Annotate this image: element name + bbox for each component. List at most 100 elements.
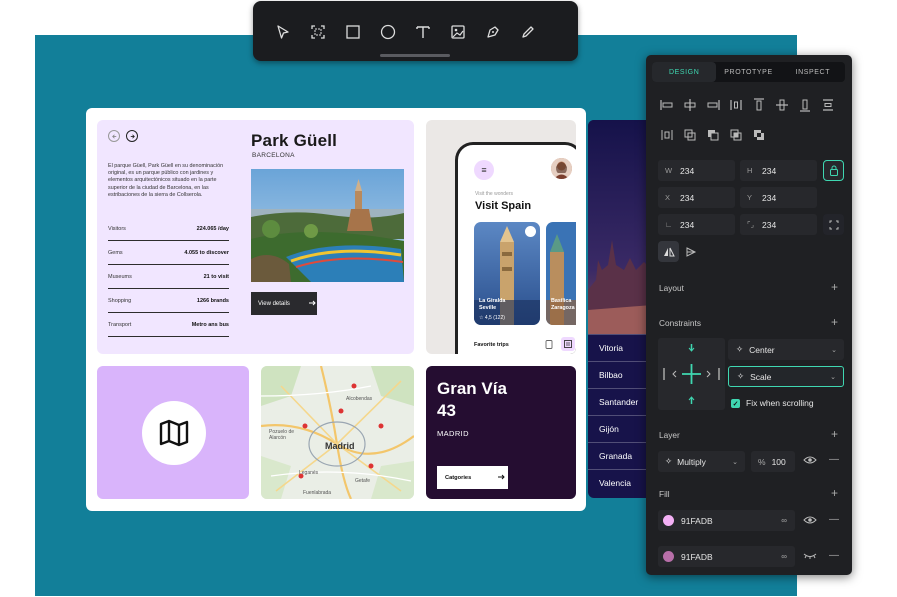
badge-icon [525,226,536,237]
madrid-map[interactable]: Alcobendas Pozuelo de Alarcón Madrid Get… [261,366,414,499]
align-right-icon[interactable] [704,96,722,114]
gran-via-city: MADRID [437,429,469,438]
blend-mode-select[interactable]: ✧ Multiply ⌄ [658,451,745,472]
city-item[interactable]: Bilbao [588,361,652,388]
tab-design[interactable]: DESIGN [652,62,717,82]
park-description: El parque Güell, Park Güell en su denomi… [108,163,224,198]
trip-card[interactable]: La Giralda Seville ☆ 4,5 (122) [474,222,540,325]
arrow-left-icon[interactable] [108,130,120,142]
eye-icon[interactable] [803,515,817,528]
phone-mockup: ≡ Visit the wonders Visit Spain La Giral… [455,142,576,354]
flip-vertical-icon[interactable] [680,241,701,262]
align-v-center-icon[interactable] [773,96,791,114]
pointer-icon[interactable] [271,16,295,48]
map-icon[interactable] [142,401,206,465]
eye-icon[interactable] [803,455,817,468]
tab-inspect[interactable]: INSPECT [781,62,845,82]
distribute-h-icon[interactable] [727,96,745,114]
fix-scrolling-checkbox[interactable]: ✓ [731,399,740,408]
add-fill-icon[interactable]: + [831,486,838,500]
link-icon[interactable]: ∞ [781,516,787,525]
tidy-up-icon[interactable] [658,126,676,144]
pen-icon[interactable] [481,16,505,48]
menu-icon[interactable]: ≡ [474,160,494,180]
map-label: Leganés [299,470,319,476]
eye-closed-icon[interactable] [803,550,817,563]
y-field[interactable]: Y 234 [740,187,817,208]
color-swatch[interactable] [663,551,674,562]
corner-radius-field[interactable]: ⌜⌟ 234 [740,214,817,235]
ellipse-icon[interactable] [376,16,400,48]
opacity-field[interactable]: % 100 [751,451,795,472]
rotation-field[interactable]: ∟ 234 [658,214,735,235]
tablet-icon[interactable] [542,337,556,351]
tab-prototype[interactable]: PROTOTYPE [716,62,780,82]
vertical-constraint-select[interactable]: ✧ Scale ⌄ [728,366,844,387]
subtract-icon[interactable] [704,126,722,144]
rectangle-icon[interactable] [341,16,365,48]
avatar[interactable] [551,158,572,179]
add-constraint-icon[interactable]: + [831,315,838,329]
height-field[interactable]: H 234 [740,160,817,181]
chevron-down-icon: ⌄ [732,458,738,466]
lock-ratio-icon[interactable] [823,160,844,181]
frame-icon[interactable] [306,16,330,48]
link-icon[interactable]: ∞ [781,552,787,561]
fill-row[interactable]: 91FADB ∞ [658,510,795,531]
text-icon[interactable] [411,16,435,48]
exclude-icon[interactable] [750,126,768,144]
drag-handle[interactable] [380,54,450,57]
pencil-icon[interactable] [516,16,540,48]
trip-rating: ☆ 4,5 (122) [479,315,505,321]
add-layout-icon[interactable]: + [831,280,838,294]
arrow-right-icon[interactable] [126,130,138,142]
constraint-widget[interactable] [658,338,725,410]
park-photo [251,169,404,282]
list-icon[interactable] [561,337,575,351]
trip-card[interactable]: Basilica Zaragoza [546,222,576,325]
map-tile-card [97,366,249,499]
flip-horizontal-icon[interactable] [658,241,679,262]
layer-section-title: Layer [659,430,680,440]
remove-fill-icon[interactable]: — [829,550,839,561]
align-left-icon[interactable] [658,96,676,114]
list-item: Gems 4.055 to discover [108,241,229,265]
trip-title: La Giralda Seville [479,298,506,311]
width-field[interactable]: W 234 [658,160,735,181]
add-layer-icon[interactable]: + [831,427,838,441]
fill-row[interactable]: 91FADB ∞ [658,546,795,567]
chevron-down-icon: ⌄ [830,373,836,381]
panel-tabs: DESIGN PROTOTYPE INSPECT [652,62,845,82]
categories-button[interactable]: Catgories [437,466,508,489]
favorite-trips-label: Favorite trips [474,342,509,348]
city-item[interactable]: Valencia [588,469,652,496]
city-item[interactable]: Granada [588,442,652,469]
gran-via-card: Gran Vía 43 MADRID Catgories [426,366,576,499]
arrow-right-icon [497,473,505,483]
align-bottom-icon[interactable] [796,96,814,114]
fill-section-title: Fill [659,489,670,499]
image-icon[interactable] [446,16,470,48]
remove-fill-icon[interactable]: — [829,514,839,525]
color-swatch[interactable] [663,515,674,526]
intersect-icon[interactable] [727,126,745,144]
distribute-v-icon[interactable] [819,96,837,114]
map-label: Pozuelo de Alarcón [269,429,295,441]
remove-layer-icon[interactable]: — [829,454,839,465]
horizontal-constraint-select[interactable]: ✧ Center ⌄ [728,339,844,360]
gran-via-title: Gran Vía 43 [437,379,507,420]
align-h-center-icon[interactable] [681,96,699,114]
layout-section-title: Layout [659,283,684,293]
artboard: El parque Güell, Park Güell en su denomi… [86,108,652,511]
x-field[interactable]: X 234 [658,187,735,208]
city-item[interactable]: Vitoria [588,334,652,361]
list-item: Museums 21 to visit [108,265,229,289]
view-details-button[interactable]: View details [251,292,317,315]
city-item[interactable]: Gijón [588,415,652,442]
list-item: Transport Metro ans bus [108,313,229,337]
union-icon[interactable] [681,126,699,144]
independent-corners-icon[interactable] [823,214,844,235]
city-item[interactable]: Santander [588,388,652,415]
tool-bar [253,1,578,61]
align-top-icon[interactable] [750,96,768,114]
